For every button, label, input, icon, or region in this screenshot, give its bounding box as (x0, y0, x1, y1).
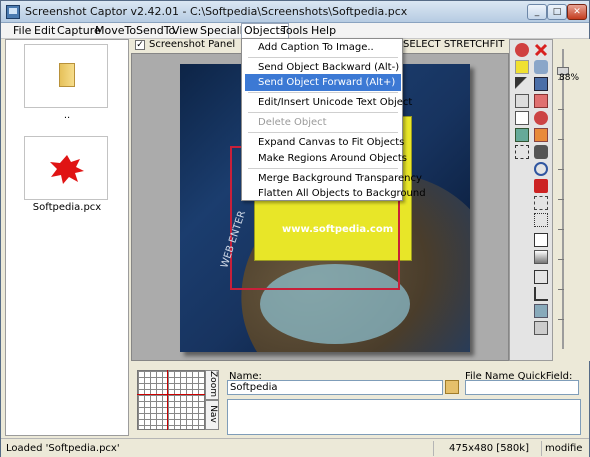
zoom-tick (558, 229, 564, 230)
name-field[interactable]: Softpedia (227, 380, 443, 395)
menu-item-add-caption[interactable]: Add Caption To Image.. (245, 39, 401, 56)
status-bar: Loaded 'Softpedia.pcx' 475x480 [580k] mo… (1, 438, 589, 457)
menu-file[interactable]: File (11, 24, 33, 38)
screenshot-panel-label: Screenshot Panel (149, 39, 236, 50)
folder-icon (59, 63, 75, 87)
image-icon[interactable] (515, 94, 529, 108)
properties-panel: Zoom Nav Name: Softpedia File Name Quick… (131, 364, 589, 436)
menu-separator (248, 112, 398, 113)
region-icon[interactable] (515, 128, 529, 142)
app-icon (6, 5, 20, 19)
rect-icon[interactable] (534, 162, 548, 176)
screenshot-panel-checkbox[interactable]: ✓ (135, 40, 145, 50)
menu-separator (248, 92, 398, 93)
quickfield-input[interactable] (465, 380, 579, 395)
frame-icon[interactable] (515, 111, 529, 125)
menu-view[interactable]: View (170, 24, 200, 38)
thumbnail-label: Softpedia.pcx (32, 202, 102, 213)
menu-item-send-forward[interactable]: Send Object Forward (Alt+) (245, 74, 401, 91)
pointer-icon[interactable] (515, 43, 529, 57)
menu-separator (248, 168, 398, 169)
menu-moveto[interactable]: MoveTo (93, 24, 138, 38)
select-icon[interactable] (534, 213, 548, 227)
zoom-tick (558, 109, 564, 110)
trim-icon[interactable] (534, 287, 548, 301)
crop-icon[interactable] (515, 145, 529, 159)
menu-item-flatten-objects[interactable]: Flatten All Objects to Background (245, 185, 426, 202)
thumbnail-label: .. (63, 110, 71, 121)
application-window: Screenshot Captor v2.42.01 - C:\Softpedi… (0, 0, 590, 457)
menu-item-make-regions[interactable]: Make Regions Around Objects (245, 150, 407, 167)
menu-item-delete-object: Delete Object (258, 117, 327, 128)
gradient-icon[interactable] (534, 250, 548, 264)
objects-menu-dropdown: Add Caption To Image.. Send Object Backw… (241, 38, 426, 202)
select-mode-label: SELECT STRETCHFIT (403, 39, 505, 50)
menu-tools[interactable]: Tools (279, 24, 310, 38)
zoom-fit-icon[interactable] (534, 179, 548, 193)
zoom-tick (558, 319, 564, 320)
zoom-tick (558, 199, 564, 200)
status-mode: modifie (541, 441, 589, 456)
rotate-icon[interactable] (534, 145, 548, 159)
menu-edit[interactable]: Edit (32, 24, 57, 38)
folder-picker-icon[interactable] (445, 380, 459, 394)
stamp-icon[interactable] (534, 111, 548, 125)
menu-separator (248, 132, 398, 133)
nav-tab-label: Nav (208, 405, 218, 423)
zoom-percent: 88% (559, 73, 580, 83)
tool-strip (509, 39, 553, 361)
close-x-icon[interactable] (534, 43, 548, 57)
maximize-button[interactable]: □ (547, 4, 567, 20)
splat-icon (50, 155, 84, 184)
pick-icon[interactable] (515, 77, 529, 91)
status-message: Loaded 'Softpedia.pcx' (6, 443, 120, 454)
zoom-tick (558, 259, 564, 260)
fit-icon[interactable] (534, 270, 548, 284)
close-button[interactable]: ✕ (567, 4, 587, 20)
box-icon[interactable] (534, 321, 548, 335)
menu-bar: File Edit Capture MoveTo SendTo View Spe… (1, 23, 589, 39)
status-dimensions: 475x480 [580k] (433, 441, 541, 456)
menu-help[interactable]: Help (309, 24, 338, 38)
title-bar[interactable]: Screenshot Captor v2.42.01 - C:\Softpedi… (1, 1, 589, 23)
highlight-icon[interactable] (515, 60, 529, 74)
menu-item-expand-canvas[interactable]: Expand Canvas to Fit Objects (245, 134, 404, 151)
shape-icon[interactable] (534, 196, 548, 210)
image-tool-icon[interactable] (534, 304, 548, 318)
file-browser-panel: .. Softpedia.pcx (5, 39, 129, 436)
zoom-tab[interactable]: Zoom (205, 370, 219, 400)
blur-icon[interactable] (534, 128, 548, 142)
zoom-tick (558, 139, 564, 140)
notes-field[interactable] (227, 399, 581, 435)
nav-tab[interactable]: Nav (205, 400, 219, 430)
zoom-slider[interactable]: 88% (554, 39, 590, 361)
undo-icon[interactable] (534, 60, 548, 74)
navigator-crosshair-h (137, 394, 205, 395)
menu-item-unicode-text[interactable]: Edit/Insert Unicode Text Object (245, 94, 412, 111)
zoom-tick (558, 169, 564, 170)
save-icon[interactable] (534, 77, 548, 91)
folder-thumbnail[interactable] (24, 44, 108, 108)
zoom-tab-label: Zoom (208, 371, 218, 397)
window-title: Screenshot Captor v2.42.01 - C:\Softpedi… (25, 5, 408, 18)
navigator-grid[interactable] (137, 370, 205, 430)
zoom-tick (558, 289, 564, 290)
navigator-crosshair-v (167, 370, 168, 430)
edit-icon[interactable] (534, 94, 548, 108)
minimize-button[interactable]: _ (527, 4, 547, 20)
rectangle-tool-icon[interactable] (534, 233, 548, 247)
menu-separator (248, 57, 398, 58)
image-thumbnail[interactable] (24, 136, 108, 200)
